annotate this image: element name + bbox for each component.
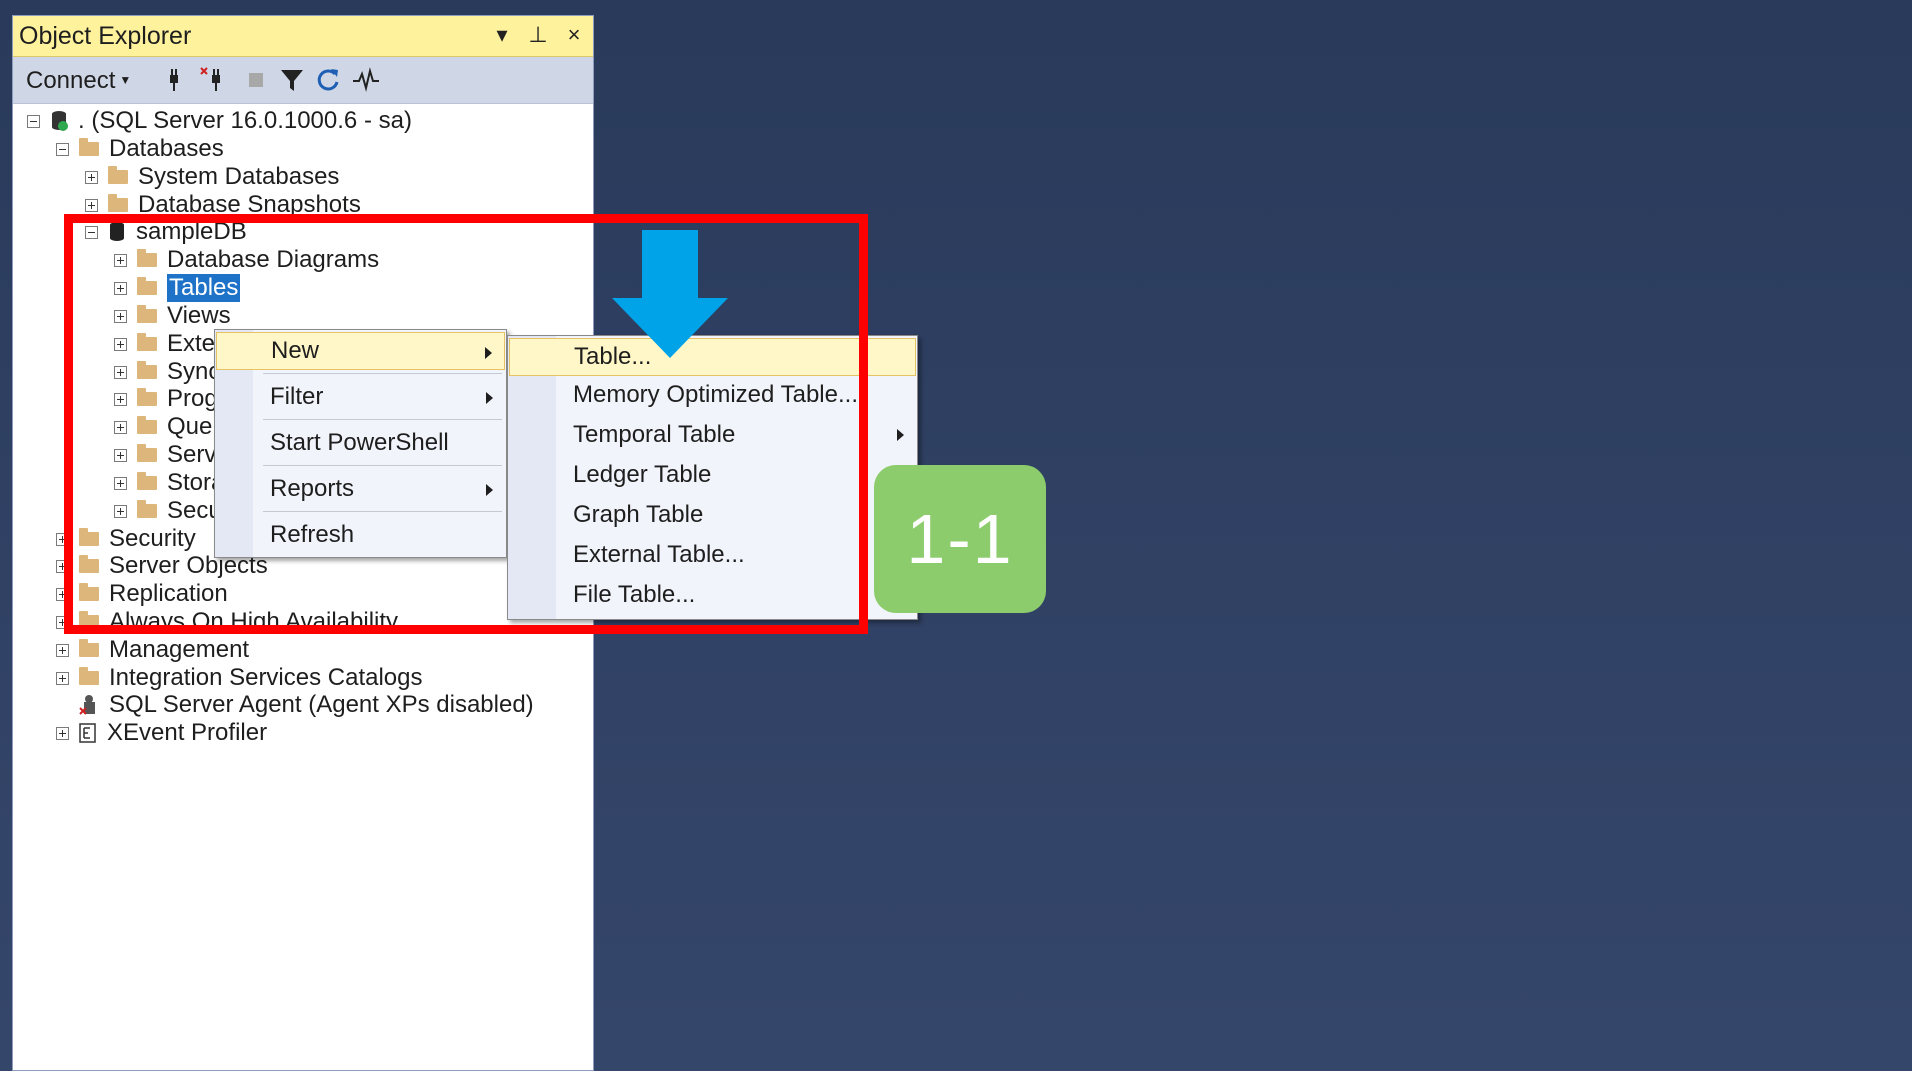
pin-icon[interactable]: ⊥ <box>527 22 549 48</box>
chevron-down-icon: ▼ <box>119 73 132 87</box>
expand-icon[interactable] <box>56 726 69 740</box>
folder-icon <box>79 138 99 156</box>
panel-title: Object Explorer <box>19 22 192 50</box>
expand-icon[interactable] <box>85 198 98 212</box>
highlight-box <box>64 214 868 634</box>
refresh-icon[interactable] <box>313 65 343 95</box>
activity-monitor-icon[interactable] <box>351 65 381 95</box>
collapse-icon[interactable] <box>27 114 40 128</box>
filter-icon[interactable] <box>277 65 307 95</box>
tree-node-label: . (SQL Server 16.0.1000.6 - sa) <box>78 107 412 134</box>
connect-plug-icon[interactable] <box>159 65 189 95</box>
expand-icon[interactable] <box>85 170 98 184</box>
step-badge: 1-1 <box>874 465 1046 613</box>
expand-icon[interactable] <box>56 671 69 685</box>
disconnect-icon[interactable] <box>199 65 229 95</box>
expand-icon[interactable] <box>56 643 69 657</box>
stop-icon[interactable] <box>241 65 271 95</box>
tree-node-label: Integration Services Catalogs <box>109 664 423 691</box>
connect-button[interactable]: Connect ▼ <box>26 67 131 95</box>
collapse-icon[interactable] <box>56 142 69 156</box>
window-position-dropdown-icon[interactable]: ▾ <box>491 22 513 48</box>
object-explorer-toolbar: Connect ▼ <box>13 57 593 104</box>
connect-label: Connect <box>26 67 116 94</box>
xevent-icon <box>79 723 96 743</box>
folder-icon <box>79 667 99 685</box>
tree-node-label: Databases <box>109 135 224 162</box>
submenu-arrow-icon <box>897 429 904 441</box>
folder-icon <box>108 194 128 212</box>
server-icon <box>52 111 68 131</box>
folder-icon <box>108 166 128 184</box>
tree-node-xevent-profiler[interactable]: XEvent Profiler <box>56 717 267 749</box>
object-explorer-titlebar: Object Explorer ▾ ⊥ × <box>13 16 593 57</box>
tree-node-label: Management <box>109 636 250 663</box>
tree-node-label: SQL Server Agent (Agent XPs disabled) <box>109 691 534 718</box>
folder-icon <box>79 639 99 657</box>
close-icon[interactable]: × <box>563 22 585 48</box>
tree-node-label: System Databases <box>138 163 340 190</box>
agent-icon <box>79 695 95 715</box>
tree-node-label: XEvent Profiler <box>107 719 268 746</box>
down-arrow-icon <box>612 230 728 358</box>
title-buttons: ▾ ⊥ × <box>491 22 585 48</box>
